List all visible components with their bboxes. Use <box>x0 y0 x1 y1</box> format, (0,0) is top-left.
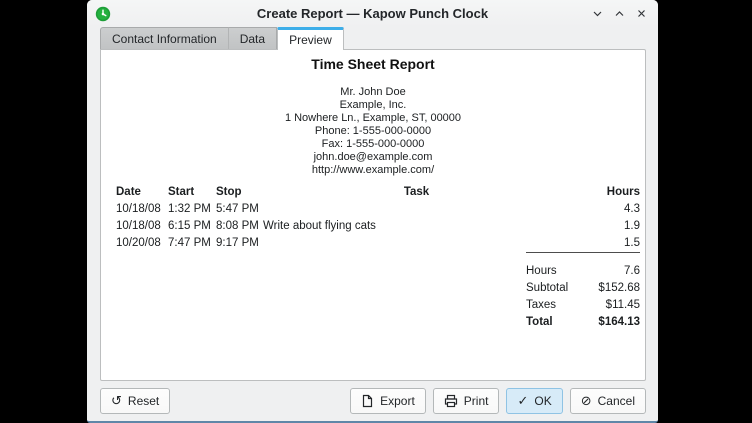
checkmark-icon: ✓ <box>517 395 528 408</box>
time-sheet-report: Time Sheet Report Mr. John Doe Example, … <box>101 56 645 331</box>
header-start: Start <box>168 184 216 201</box>
contact-email: john.doe@example.com <box>101 151 645 164</box>
totals-value: 7.6 <box>624 263 640 280</box>
contact-website: http://www.example.com/ <box>101 164 645 177</box>
window-controls <box>589 5 650 22</box>
dialog-button-row: ↺ Reset Export <box>100 388 646 414</box>
totals-label: Total <box>526 314 553 331</box>
tab-label: Data <box>240 32 265 46</box>
circle-slash-icon: ⊘ <box>581 395 592 408</box>
window-title: Create Report — Kapow Punch Clock <box>87 6 658 21</box>
totals-taxes: Taxes $11.45 <box>526 297 640 314</box>
time-entries-table: Date Start Stop Task Hours 10/18/08 1:32… <box>116 184 640 252</box>
table-row: 10/18/08 1:32 PM 5:47 PM 4.3 <box>116 201 640 218</box>
header-task: Task <box>263 184 570 201</box>
close-icon[interactable] <box>633 5 650 22</box>
tab-label: Preview <box>289 33 332 47</box>
export-label: Export <box>380 394 415 408</box>
cell-hours: 1.5 <box>570 235 640 252</box>
report-preview-pane: Time Sheet Report Mr. John Doe Example, … <box>100 49 646 381</box>
table-row: 10/20/08 7:47 PM 9:17 PM 1.5 <box>116 235 640 252</box>
contact-name: Mr. John Doe <box>101 86 645 99</box>
contact-phone: Phone: 1-555-000-0000 <box>101 125 645 138</box>
tab-preview[interactable]: Preview <box>277 27 344 50</box>
tab-contact-information[interactable]: Contact Information <box>100 27 229 49</box>
header-hours: Hours <box>570 184 640 201</box>
titlebar[interactable]: Create Report — Kapow Punch Clock <box>87 0 658 27</box>
table-header-row: Date Start Stop Task Hours <box>116 184 640 201</box>
cell-start: 1:32 PM <box>168 201 216 218</box>
contact-fax: Fax: 1-555-000-0000 <box>101 138 645 151</box>
totals-hours: Hours 7.6 <box>526 263 640 280</box>
reset-label: Reset <box>128 394 159 408</box>
contact-block: Mr. John Doe Example, Inc. 1 Nowhere Ln.… <box>101 86 645 177</box>
maximize-icon[interactable] <box>611 5 628 22</box>
totals-value: $164.13 <box>598 314 640 331</box>
tab-bar: Contact Information Data Preview <box>100 27 344 50</box>
create-report-dialog: Create Report — Kapow Punch Clock Contac… <box>87 0 658 423</box>
contact-company: Example, Inc. <box>101 99 645 112</box>
cell-stop: 9:17 PM <box>216 235 263 252</box>
cell-task <box>263 201 570 218</box>
totals-label: Subtotal <box>526 280 568 297</box>
minimize-icon[interactable] <box>589 5 606 22</box>
table-row: 10/18/08 6:15 PM 8:08 PM Write about fly… <box>116 218 640 235</box>
print-button[interactable]: Print <box>433 388 500 414</box>
print-label: Print <box>464 394 489 408</box>
printer-icon <box>444 394 458 408</box>
cell-start: 7:47 PM <box>168 235 216 252</box>
reset-button[interactable]: ↺ Reset <box>100 388 170 414</box>
cell-task <box>263 235 570 252</box>
totals-block: Hours 7.6 Subtotal $152.68 Taxes $11.45 … <box>526 252 640 331</box>
totals-label: Taxes <box>526 297 556 314</box>
cancel-label: Cancel <box>598 394 635 408</box>
cell-date: 10/20/08 <box>116 235 168 252</box>
tab-label: Contact Information <box>112 32 217 46</box>
export-button[interactable]: Export <box>350 388 426 414</box>
totals-label: Hours <box>526 263 557 280</box>
cell-stop: 8:08 PM <box>216 218 263 235</box>
contact-address: 1 Nowhere Ln., Example, ST, 00000 <box>101 112 645 125</box>
cell-start: 6:15 PM <box>168 218 216 235</box>
ok-button[interactable]: ✓ OK <box>506 388 562 414</box>
tab-data[interactable]: Data <box>228 27 277 49</box>
totals-subtotal: Subtotal $152.68 <box>526 280 640 297</box>
kapow-clock-icon[interactable] <box>95 6 111 22</box>
cell-hours: 4.3 <box>570 201 640 218</box>
totals-value: $11.45 <box>606 297 640 314</box>
report-title: Time Sheet Report <box>101 56 645 72</box>
undo-icon: ↺ <box>111 395 122 408</box>
cell-date: 10/18/08 <box>116 201 168 218</box>
cell-task: Write about flying cats <box>263 218 570 235</box>
cell-stop: 5:47 PM <box>216 201 263 218</box>
cell-date: 10/18/08 <box>116 218 168 235</box>
header-stop: Stop <box>216 184 263 201</box>
totals-total: Total $164.13 <box>526 314 640 331</box>
header-date: Date <box>116 184 168 201</box>
action-buttons: Export Print ✓ OK ⊘ Cancel <box>350 388 646 414</box>
cancel-button[interactable]: ⊘ Cancel <box>570 388 646 414</box>
cell-hours: 1.9 <box>570 218 640 235</box>
ok-label: OK <box>534 394 551 408</box>
totals-value: $152.68 <box>598 280 640 297</box>
document-icon <box>361 394 374 408</box>
